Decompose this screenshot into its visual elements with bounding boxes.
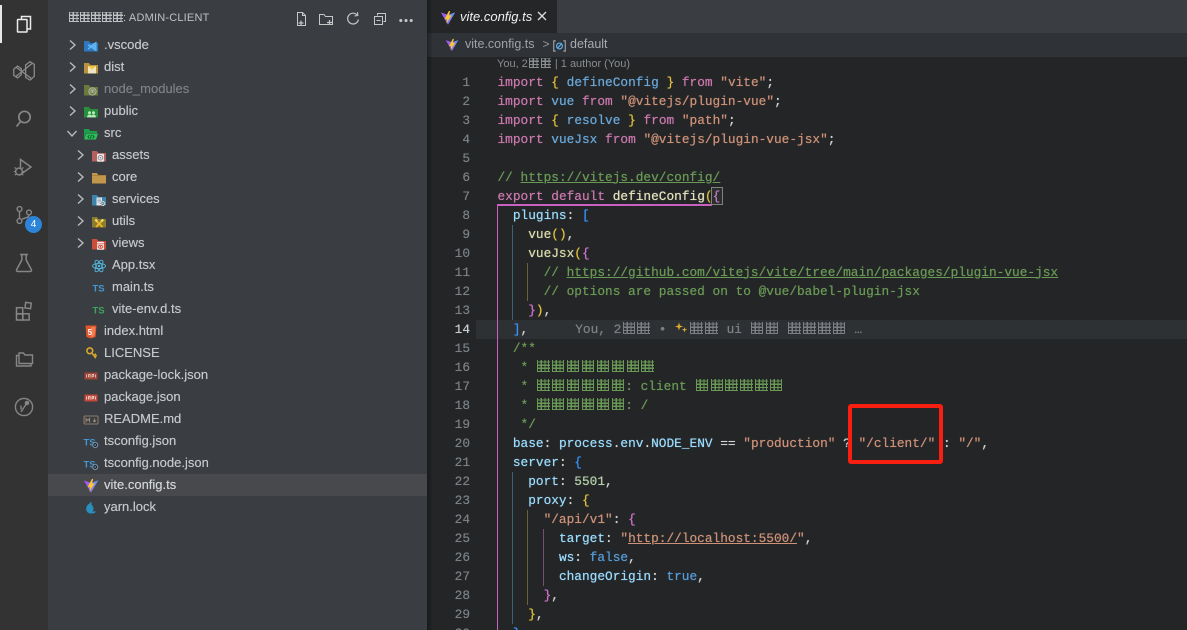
- svg-text:TS: TS: [93, 284, 105, 295]
- svg-text:TS: TS: [93, 306, 105, 317]
- svg-text:5: 5: [88, 328, 93, 337]
